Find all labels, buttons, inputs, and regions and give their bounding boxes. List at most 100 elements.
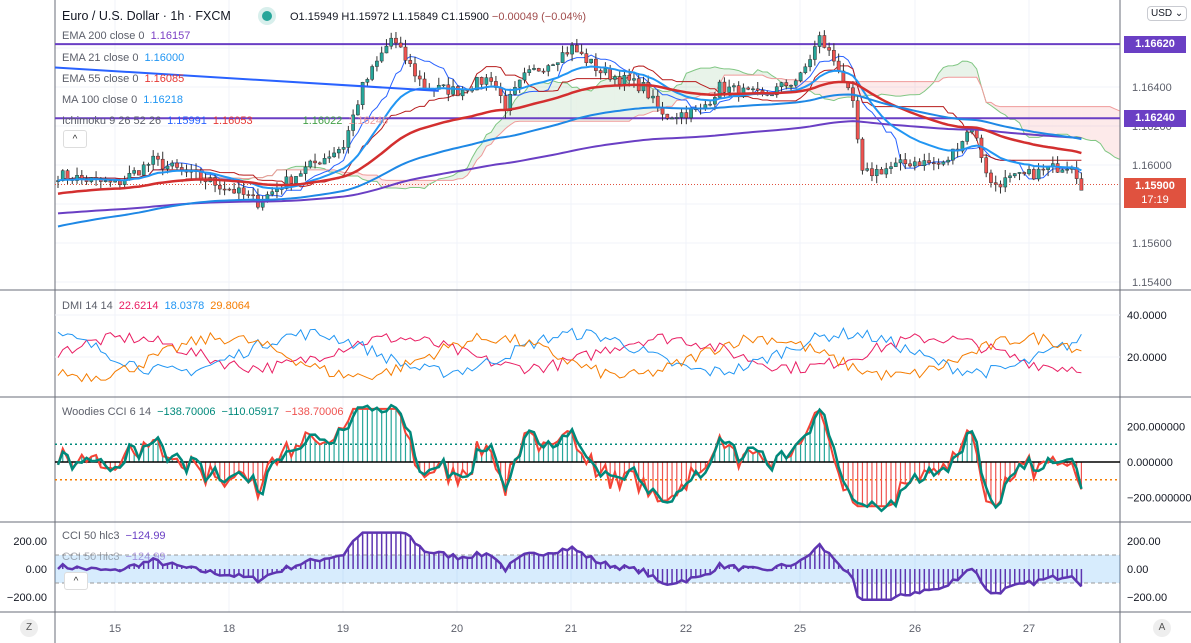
candle-body — [237, 187, 241, 194]
candle-body — [1017, 172, 1022, 174]
collapse-legend-button[interactable]: ^ — [63, 130, 87, 148]
ichimoku-cloud — [686, 71, 692, 99]
candle-body — [751, 88, 755, 91]
dmi-tick: 40.0000 — [1127, 310, 1167, 322]
candle-body — [622, 74, 627, 85]
last-price-label: 1.15900 17:19 — [1124, 178, 1186, 208]
candle-body — [708, 103, 712, 106]
candle-body — [503, 95, 508, 111]
candle-body — [670, 117, 674, 120]
ichimoku-cloud — [886, 81, 891, 96]
candle-body — [755, 88, 760, 91]
ichimoku-cloud — [1057, 106, 1063, 135]
candle-body — [903, 159, 908, 165]
candle-body — [598, 70, 603, 74]
candle-body — [555, 62, 560, 65]
time-tick: 20 — [451, 623, 463, 635]
legend-ema200[interactable]: EMA 200 close 0 1.16157 — [62, 30, 190, 42]
candle-body — [898, 159, 903, 164]
candle-body — [1079, 178, 1084, 191]
candle-body — [489, 77, 494, 82]
candle-body — [674, 117, 679, 119]
auto-scale-button[interactable]: A — [1153, 619, 1171, 637]
candle-body — [936, 162, 941, 165]
candle-body — [479, 77, 484, 85]
woodies-cci-line — [56, 403, 1083, 513]
candle-body — [460, 89, 465, 97]
dmi-legend[interactable]: DMI 14 14 22.6214 18.0378 29.8064 — [62, 300, 250, 312]
candle-body — [1036, 168, 1041, 180]
ichimoku-cloud — [605, 77, 611, 122]
candle-body — [517, 79, 522, 88]
candle-body — [574, 44, 579, 53]
legend-ichimoku[interactable]: Ichimoku 9 26 52 26 1.15991 1.16053 1.16022… — [62, 115, 388, 127]
currency-button[interactable]: USD ⌄ — [1147, 6, 1188, 21]
ichimoku-cloud — [948, 65, 953, 78]
cci-tick-left: 200.00 — [13, 536, 47, 548]
ichimoku-cloud — [910, 81, 915, 95]
ichimoku-cloud — [971, 63, 977, 78]
candle-body — [113, 180, 117, 183]
candle-body — [1041, 168, 1046, 171]
candle-body — [141, 164, 146, 176]
ichimoku-cloud — [1114, 108, 1120, 160]
ichimoku-cloud — [1081, 106, 1087, 140]
candle-body — [332, 152, 336, 158]
ichimoku-cloud — [296, 166, 301, 170]
price-tick: 1.15400 — [1132, 277, 1172, 289]
candle-body — [1065, 169, 1069, 171]
zoom-button[interactable]: Z — [20, 619, 38, 637]
price-tick: 1.16000 — [1132, 160, 1172, 172]
candle-body — [275, 189, 279, 192]
time-tick: 25 — [794, 623, 806, 635]
ichimoku-cloud — [1052, 106, 1058, 136]
candle-body — [327, 156, 332, 159]
legend-ma100[interactable]: MA 100 close 0 1.16218 — [62, 94, 183, 106]
candle-body — [579, 51, 584, 54]
ichimoku-cloud — [1095, 106, 1101, 144]
woodies-tick: 0.000000 — [1127, 457, 1173, 469]
candle-body — [365, 79, 370, 83]
candle-body — [912, 161, 917, 167]
ichimoku-cloud — [1086, 106, 1091, 141]
candle-body — [874, 169, 879, 177]
candle-body — [484, 77, 489, 85]
candle-body — [603, 68, 608, 74]
candle-body — [222, 188, 227, 191]
collapse-pane-button[interactable]: ^ — [64, 572, 88, 590]
candle-body — [613, 76, 617, 80]
ichimoku-cloud — [895, 81, 901, 97]
symbol-title[interactable]: Euro / U.S. Dollar · 1h · FXCM — [62, 9, 231, 23]
candle-body — [865, 168, 870, 171]
legend-ema55[interactable]: EMA 55 close 0 1.16085 — [62, 73, 184, 85]
ema200-line — [57, 120, 1082, 215]
candle-body — [532, 68, 536, 70]
ichimoku-cloud — [1048, 106, 1053, 137]
candle-body — [179, 167, 184, 170]
candle-body — [993, 182, 998, 185]
candle-body — [536, 68, 541, 72]
ichimoku-cloud — [553, 80, 558, 122]
woodies-legend[interactable]: Woodies CCI 6 14 −138.70006 −110.05917 −138… — [62, 406, 344, 418]
cci-legend[interactable]: CCI 50 hlc3 −124.99 — [62, 530, 166, 542]
candle-body — [455, 86, 460, 97]
candle-body — [594, 58, 598, 71]
woodies-tick: −200.000000 — [1127, 492, 1191, 504]
legend-ema21[interactable]: EMA 21 close 0 1.16000 — [62, 52, 184, 64]
candle-body — [798, 72, 803, 82]
candle-body — [232, 188, 236, 194]
candle-body — [684, 112, 689, 119]
candle-body — [860, 138, 865, 171]
candle-body — [156, 155, 160, 160]
candle-body — [931, 162, 936, 165]
cci-legend-ghost: CCI 50 hlc3 −124.99 — [62, 551, 166, 563]
candle-body — [403, 46, 408, 61]
time-tick: 26 — [909, 623, 921, 635]
candle-body — [655, 95, 660, 109]
dmi-tick: 20.0000 — [1127, 352, 1167, 364]
ichimoku-cloud — [1090, 106, 1096, 141]
candle-body — [1012, 173, 1017, 177]
candle-body — [389, 37, 394, 47]
candle-body — [137, 170, 141, 176]
cci-tick-right: −200.00 — [1127, 592, 1167, 604]
